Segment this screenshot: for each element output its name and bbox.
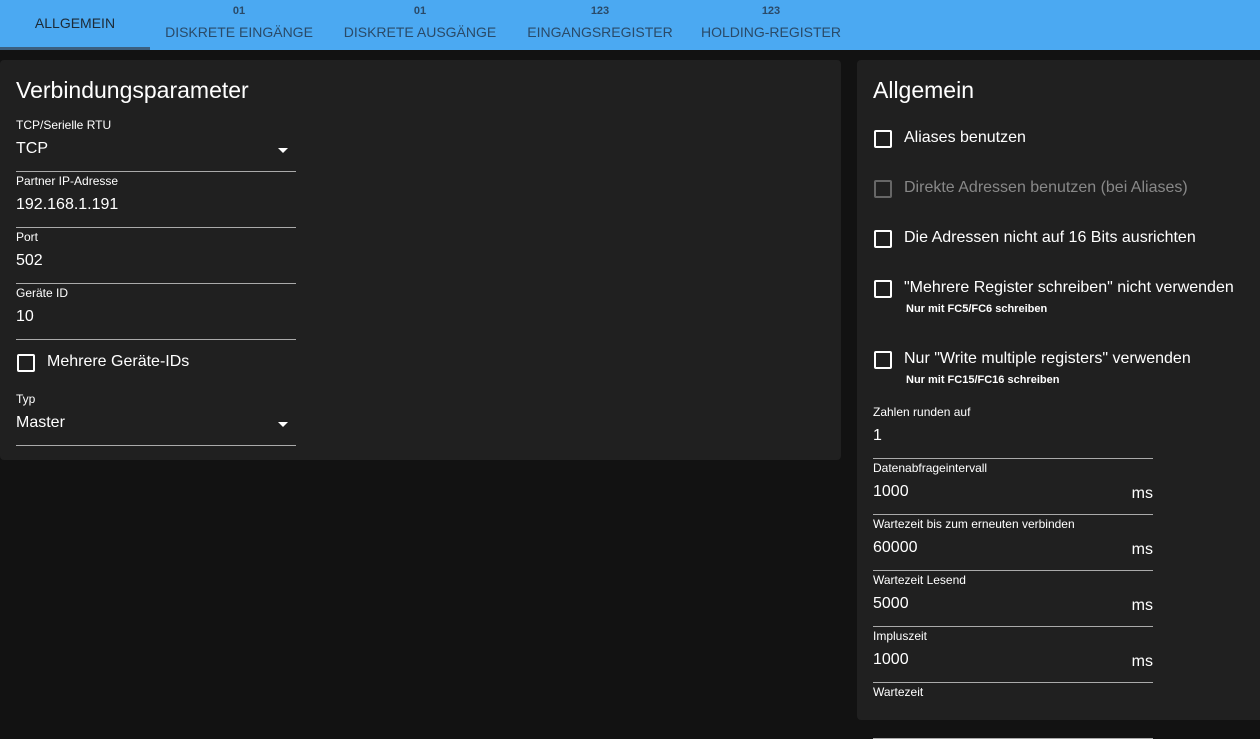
checkbox-icon [874,280,892,298]
tab-eingangsregister[interactable]: 123 EINGANGSREGISTER [512,0,688,50]
checkbox-icon [874,180,892,198]
device-id-input[interactable]: Geräte ID 10 [16,284,296,340]
no-multi-write-checkbox[interactable]: "Mehrere Register schreiben" nicht verwe… [874,279,1234,315]
checkbox-icon [17,354,35,372]
no-align-checkbox[interactable]: Die Adressen nicht auf 16 Bits ausrichte… [874,229,1196,248]
port-input[interactable]: Port 502 [16,228,296,284]
ip-input[interactable]: Partner IP-Adresse 192.168.1.191 [16,172,296,228]
only-multi-write-checkbox[interactable]: Nur "Write multiple registers" verwenden… [874,350,1191,386]
reconnect-input[interactable]: Wartezeit bis zum erneuten verbinden 6000… [873,515,1153,571]
checkbox-icon [874,351,892,369]
panel-title: Allgemein [873,77,974,103]
aliases-checkbox[interactable]: Aliases benutzen [874,129,1026,148]
dropdown-arrow-icon [278,148,288,153]
tab-allgemein[interactable]: ALLGEMEIN [0,0,150,50]
mode-select[interactable]: TCP/Serielle RTU TCP [16,116,296,172]
connection-panel: Verbindungsparameter TCP/Serielle RTU TCP… [0,60,841,460]
checkbox-icon [874,230,892,248]
read-timeout-input[interactable]: Wartezeit Lesend 5000 ms [873,571,1153,627]
direct-addresses-checkbox[interactable]: Direkte Adressen benutzen (bei Aliases) [874,179,1188,198]
tab-holding-register[interactable]: 123 HOLDING-REGISTER [688,0,854,50]
pulse-time-input[interactable]: Impluszeit 1000 ms [873,627,1153,683]
multi-ids-checkbox[interactable]: Mehrere Geräte-IDs [17,353,189,372]
tab-bar: ALLGEMEIN 01 DISKRETE EINGÄNGE 01 DISKRETE… [0,0,1260,50]
checkbox-icon [874,130,892,148]
panel-title: Verbindungsparameter [16,77,249,103]
dropdown-arrow-icon [278,422,288,427]
type-select[interactable]: Typ Master [16,390,296,446]
general-panel: Allgemein Aliases benutzen Direkte Adres… [857,60,1260,739]
wait-time-input[interactable]: Wartezeit [873,683,1153,739]
tab-diskrete-eingaenge[interactable]: 01 DISKRETE EINGÄNGE [150,0,328,50]
tab-diskrete-ausgaenge[interactable]: 01 DISKRETE AUSGÄNGE [328,0,512,50]
poll-interval-input[interactable]: Datenabfrageintervall 1000 ms [873,459,1153,515]
round-input[interactable]: Zahlen runden auf 1 [873,403,1153,459]
